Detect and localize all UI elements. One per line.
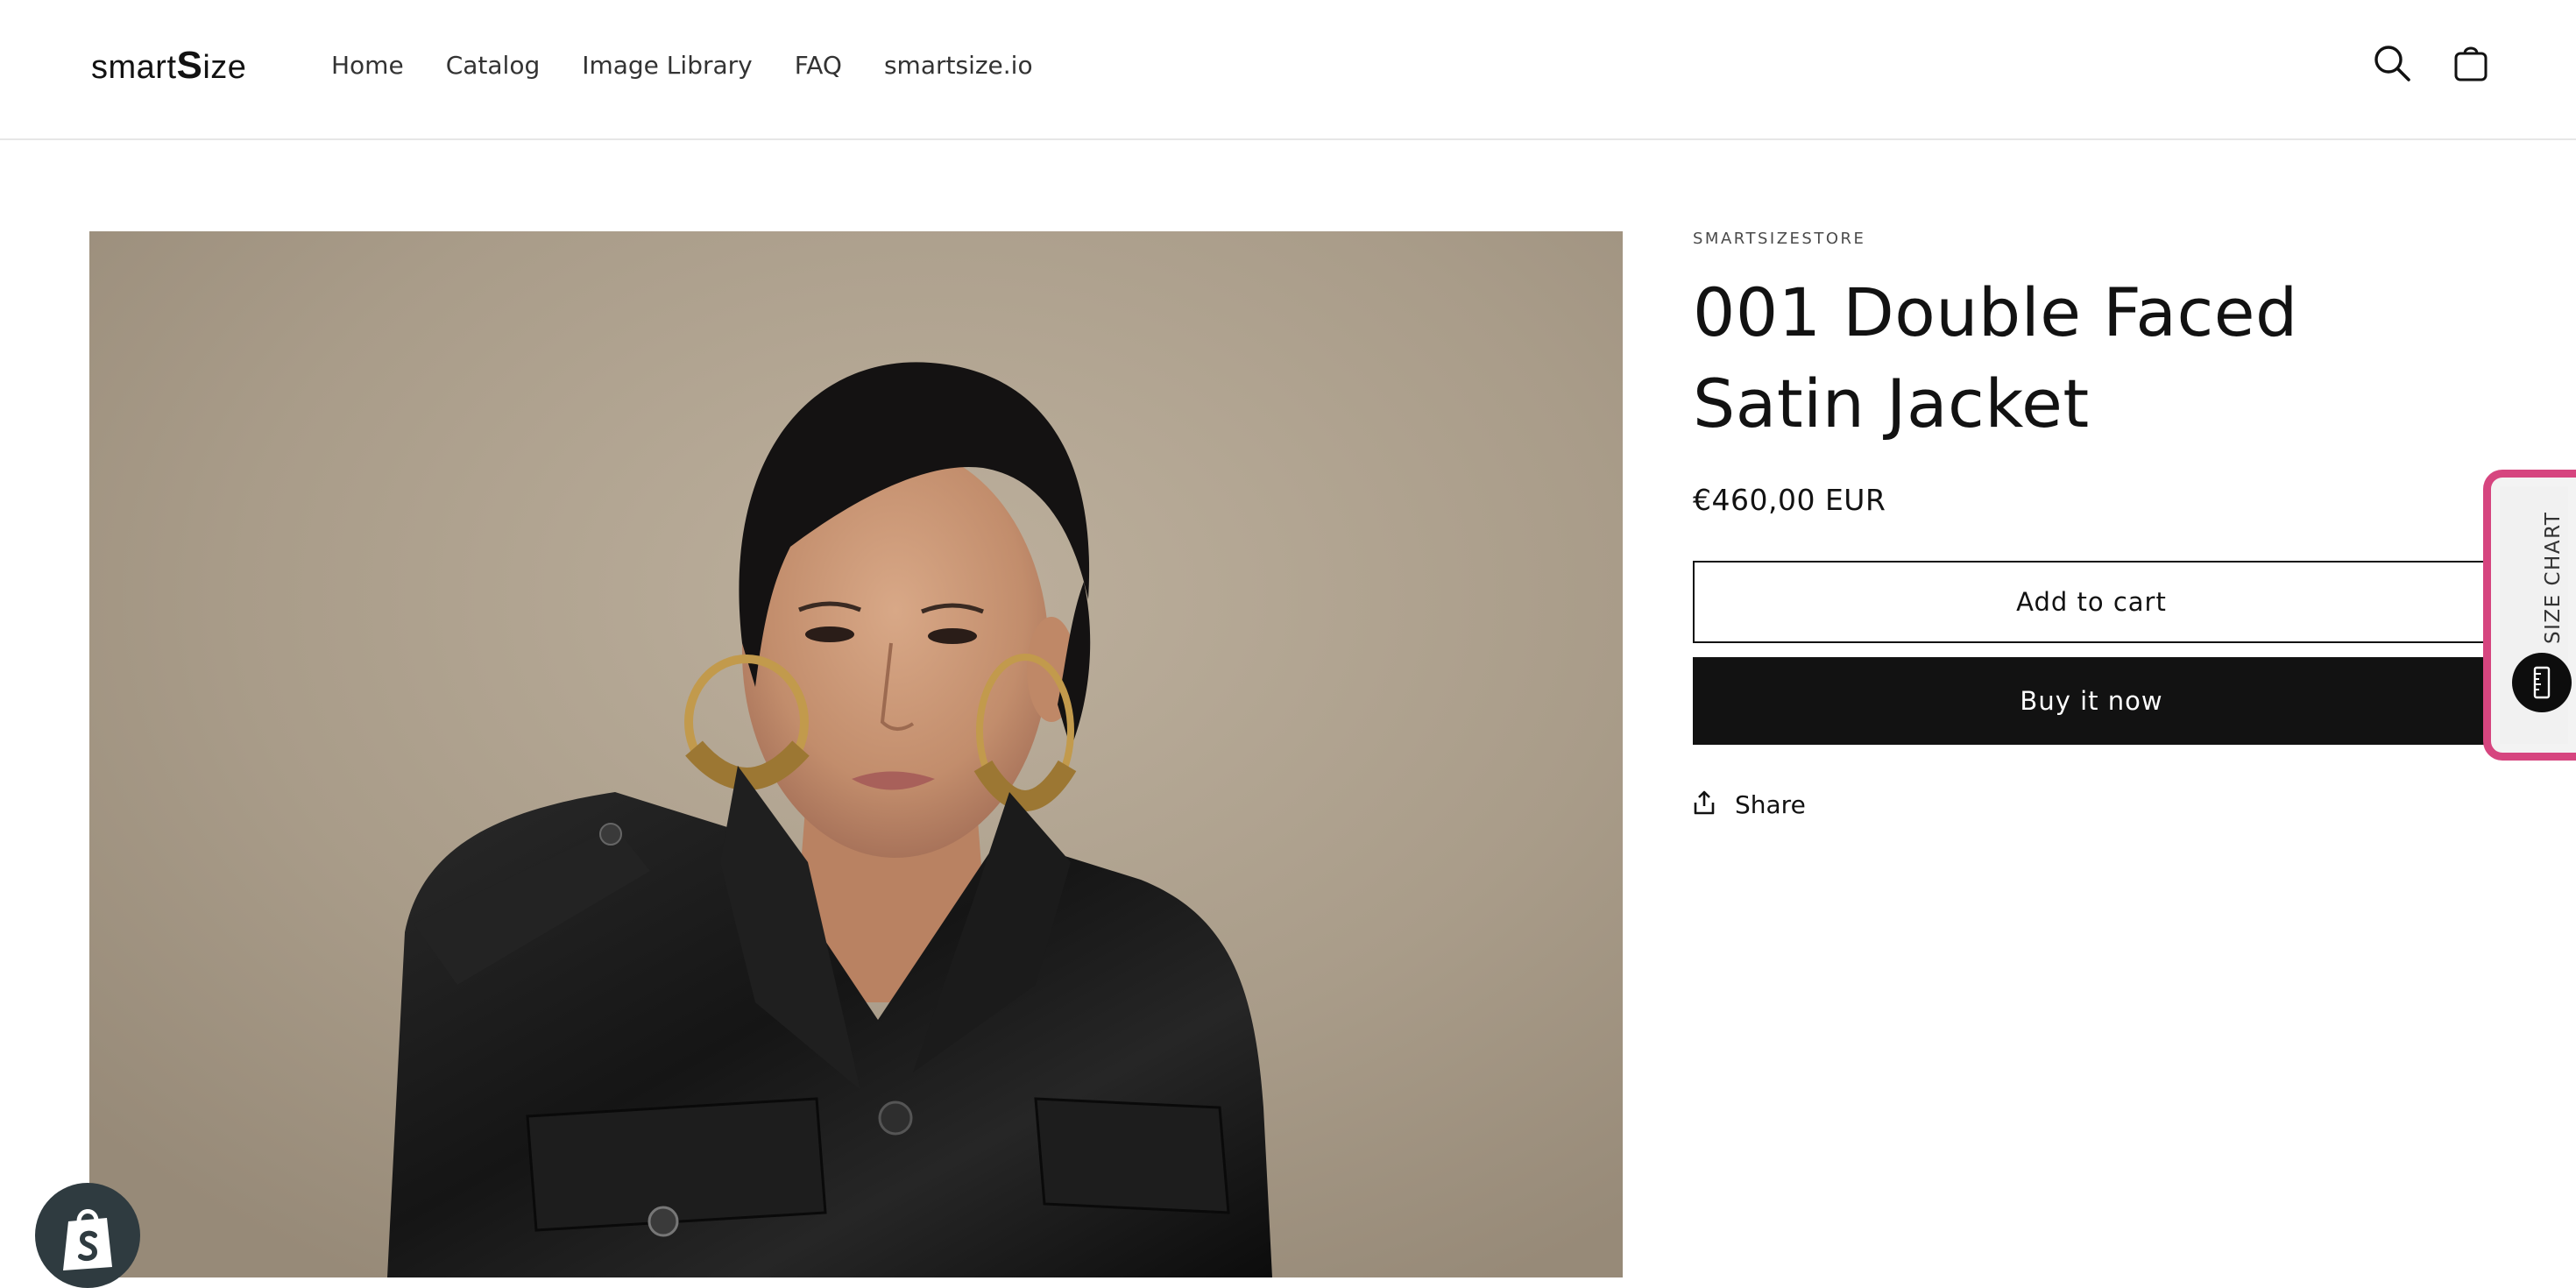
share-icon xyxy=(1693,790,1716,819)
size-chart-panel: SIZE CHART xyxy=(2500,486,2572,744)
nav-smartsize-io[interactable]: smartsize.io xyxy=(884,46,1033,86)
logo-suffix: ize xyxy=(202,49,247,86)
product-info: SMARTSIZESTORE 001 Double Faced Satin Ja… xyxy=(1693,226,2490,819)
product-image[interactable] xyxy=(89,231,1623,1277)
buy-it-now-button[interactable]: Buy it now xyxy=(1693,657,2490,745)
share-label: Share xyxy=(1735,790,1806,819)
ruler-icon xyxy=(2512,653,2572,712)
share-button[interactable]: Share xyxy=(1693,790,2490,819)
nav-faq[interactable]: FAQ xyxy=(795,46,842,86)
site-header: smartSize Home Catalog Image Library FAQ… xyxy=(0,0,2576,140)
logo-prefix: smart xyxy=(91,49,177,86)
search-icon[interactable] xyxy=(2367,39,2417,88)
product-vendor: SMARTSIZESTORE xyxy=(1693,230,1866,248)
main-nav: Home Catalog Image Library FAQ smartsize… xyxy=(331,46,1075,86)
nav-image-library[interactable]: Image Library xyxy=(582,46,753,86)
shopify-bag-icon[interactable] xyxy=(35,1183,140,1288)
nav-home[interactable]: Home xyxy=(331,46,404,86)
add-to-cart-button[interactable]: Add to cart xyxy=(1693,561,2490,643)
store-logo[interactable]: smartSize xyxy=(91,44,246,88)
nav-catalog[interactable]: Catalog xyxy=(446,46,541,86)
product-title: 001 Double Faced Satin Jacket xyxy=(1693,273,2298,442)
logo-big-letter: S xyxy=(176,44,203,87)
size-chart-tab[interactable]: SIZE CHART xyxy=(2483,470,2576,761)
size-chart-label: SIZE CHART xyxy=(2542,511,2565,644)
cart-icon[interactable] xyxy=(2446,39,2495,88)
product-price: €460,00 EUR xyxy=(1693,483,1886,517)
